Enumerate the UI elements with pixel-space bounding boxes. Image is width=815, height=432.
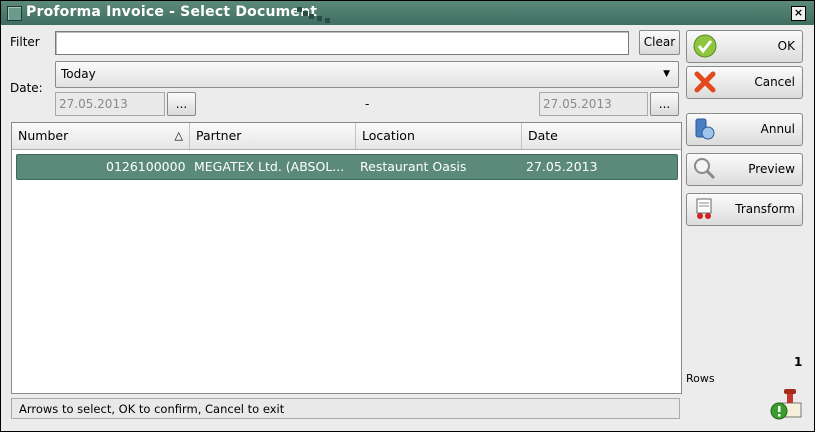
ok-label: OK: [777, 39, 795, 53]
date-from-picker-button[interactable]: ...: [167, 92, 196, 116]
cell-location: Restaurant Oasis: [360, 159, 467, 174]
title-decoration-icon: [297, 7, 330, 23]
sort-ascending-icon: △: [174, 129, 183, 142]
cell-number: 0126100000: [106, 159, 186, 174]
annul-button[interactable]: Annul: [686, 113, 803, 146]
documents-table[interactable]: Number △ Partner Location Date 012610000…: [11, 122, 682, 394]
dropdown-arrow-icon: ▼: [663, 69, 670, 79]
dialog-window: Proforma Invoice - Select Document × Fil…: [0, 0, 815, 432]
cell-date: 27.05.2013: [526, 159, 598, 174]
column-header-number[interactable]: Number △: [12, 123, 190, 149]
preview-button[interactable]: Preview: [686, 153, 803, 186]
cancel-label: Cancel: [754, 75, 795, 89]
close-icon[interactable]: ×: [791, 6, 806, 21]
column-header-label: Number: [18, 128, 69, 143]
column-header-label: Location: [362, 128, 415, 143]
date-range-separator: -: [365, 97, 370, 111]
date-period-value: Today: [61, 67, 96, 81]
annul-label: Annul: [760, 122, 795, 136]
date-to-picker-button[interactable]: ...: [650, 92, 679, 116]
column-header-label: Date: [528, 128, 558, 143]
title-bar[interactable]: Proforma Invoice - Select Document ×: [1, 1, 814, 25]
transform-icon: [696, 198, 712, 219]
date-from-field[interactable]: 27.05.2013: [55, 92, 165, 116]
stamp-info-icon[interactable]: [769, 387, 805, 421]
clear-button[interactable]: Clear: [639, 30, 680, 55]
cell-partner: MEGATEX Ltd. (ABSOL...: [194, 159, 345, 174]
column-header-date[interactable]: Date: [522, 123, 681, 149]
cancel-button[interactable]: Cancel: [686, 66, 803, 99]
preview-magnifier-icon: [694, 158, 716, 180]
column-header-location[interactable]: Location: [356, 123, 522, 149]
window-title: Proforma Invoice - Select Document: [26, 4, 318, 20]
preview-label: Preview: [748, 162, 795, 176]
cancel-x-icon: [694, 71, 716, 93]
date-to-field[interactable]: 27.05.2013: [539, 92, 648, 116]
transform-label: Transform: [735, 202, 795, 216]
column-header-partner[interactable]: Partner: [190, 123, 356, 149]
table-header: Number △ Partner Location Date: [12, 123, 681, 150]
column-header-label: Partner: [196, 128, 242, 143]
ok-check-icon: [693, 34, 717, 58]
rows-label: Rows: [686, 372, 715, 385]
transform-button[interactable]: Transform: [686, 193, 803, 226]
rows-count: 1: [794, 355, 803, 369]
annul-icon: [695, 118, 715, 140]
window-icon: [7, 6, 22, 21]
filter-label: Filter: [10, 35, 40, 49]
date-label: Date:: [10, 81, 43, 95]
filter-input[interactable]: [55, 31, 629, 55]
status-bar: Arrows to select, OK to confirm, Cancel …: [11, 398, 680, 419]
ok-button[interactable]: OK: [686, 30, 803, 63]
date-period-select[interactable]: Today ▼: [55, 61, 679, 88]
table-row[interactable]: 0126100000 MEGATEX Ltd. (ABSOL... Restau…: [16, 154, 678, 180]
